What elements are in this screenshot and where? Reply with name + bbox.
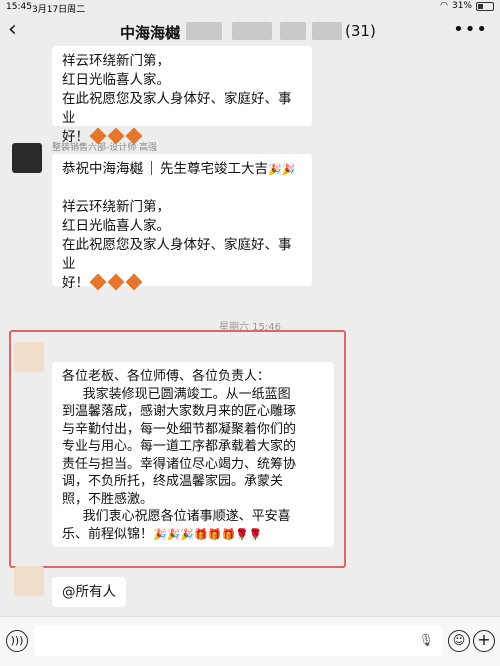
status-bar: 15:45 3月17日周二 ◠ 31% bbox=[0, 0, 500, 15]
message-bubble: @所有人 bbox=[52, 577, 126, 607]
battery-icon bbox=[476, 1, 494, 11]
message-line: 专业与用心。每一道工序都承载着大家的 bbox=[62, 439, 297, 454]
avatar[interactable] bbox=[14, 342, 44, 372]
message-line: 责任与担当。幸得诸位尽心竭力、统筹协 bbox=[62, 456, 297, 472]
message-line: 祥云环绕新门第， bbox=[62, 199, 170, 215]
message-bubble: 祥云环绕新门第， 红日光临喜人家。 在此祝愿您及家人身体好、家庭好、事业 好！ bbox=[52, 46, 312, 145]
microphone-icon[interactable]: 🎙 bbox=[419, 633, 434, 647]
chat-title: 中海海樾 bbox=[120, 24, 181, 42]
message-bubble: 恭祝中海海樾 先生尊宅竣工大吉🎉🎉 祥云环绕新门第， 红日光临喜人家。 在此祝愿您… bbox=[52, 154, 312, 291]
party-popper-emoji-icon: 🎉🎉🎉 bbox=[153, 527, 195, 541]
gift-emoji-icon: 🎁🎁🎁 bbox=[194, 527, 236, 541]
avatar[interactable] bbox=[12, 143, 42, 173]
battery-percent: 31% bbox=[451, 1, 472, 11]
message-line: 红日光临喜人家。 bbox=[62, 218, 170, 234]
party-popper-emoji-icon: 🎉🎉 bbox=[268, 163, 296, 176]
status-time: 15:45 bbox=[6, 2, 32, 12]
emoji-icon[interactable]: ☺ bbox=[448, 630, 470, 652]
message-line: 在此祝愿您及家人身体好、家庭好、事业 bbox=[62, 237, 292, 272]
status-right: ◠ 31% bbox=[440, 1, 494, 11]
message-line: 在此祝愿您及家人身体好、家庭好、事业 bbox=[62, 91, 292, 126]
sender-name: 整装销售六部-设计师 高强 bbox=[52, 143, 158, 153]
message-input[interactable]: 🎙 bbox=[34, 626, 442, 656]
redacted-block bbox=[232, 22, 272, 40]
redacted-block bbox=[186, 22, 222, 40]
message-line: 照，不胜感激。 bbox=[62, 491, 154, 507]
voice-input-icon[interactable]: ))) bbox=[6, 630, 28, 652]
message-line: @所有人 bbox=[62, 584, 116, 600]
message-line: 乐、前程似锦！🎉🎉🎉🎁🎁🎁🌹🌹 bbox=[62, 526, 263, 542]
diamond-emoji-icon bbox=[125, 273, 143, 291]
chat-header: ‹ 中海海樾 (31) ••• bbox=[0, 14, 500, 48]
message-line: 到温馨落成，感谢大家数月来的匠心雕琢 bbox=[62, 404, 297, 419]
message-line: 我们衷心祝愿各位诸事顺遂、平安喜 bbox=[62, 509, 291, 524]
message-line: 调，不负所托，终成温馨家园。承蒙关 bbox=[62, 474, 284, 489]
message-bubble: 各位老板、各位师傅、各位负责人： 我家装修现已圆满竣工。从一纸蓝图 到温馨落成，… bbox=[52, 362, 334, 547]
message-line: 各位老板、各位师傅、各位负责人： bbox=[62, 369, 271, 384]
member-count: (31) bbox=[345, 22, 376, 40]
diamond-emoji-icon bbox=[107, 273, 125, 291]
rose-emoji-icon: 🌹🌹 bbox=[235, 527, 263, 541]
back-chevron-icon[interactable]: ‹ bbox=[8, 19, 26, 42]
redacted-block bbox=[280, 22, 306, 40]
avatar[interactable] bbox=[14, 566, 44, 596]
message-line: 红日光临喜人家。 bbox=[62, 72, 170, 88]
message-line: 我家装修现已圆满竣工。从一纸蓝图 bbox=[62, 386, 291, 402]
more-options-icon[interactable]: ••• bbox=[453, 21, 488, 39]
message-line: 与辛勤付出，每一处细节都凝聚着你们的 bbox=[62, 421, 297, 437]
message-line: 恭祝中海海樾 先生尊宅竣工大吉🎉🎉 bbox=[62, 161, 296, 177]
text-cursor bbox=[151, 161, 152, 175]
redacted-block bbox=[312, 22, 342, 40]
input-bar: ))) 🎙 ☺ + bbox=[0, 616, 500, 666]
message-line: 好！ bbox=[62, 273, 302, 293]
diamond-emoji-icon bbox=[89, 273, 107, 291]
plus-icon[interactable]: + bbox=[473, 630, 495, 652]
wifi-icon: ◠ bbox=[440, 1, 448, 11]
message-line: 祥云环绕新门第， bbox=[62, 53, 170, 69]
